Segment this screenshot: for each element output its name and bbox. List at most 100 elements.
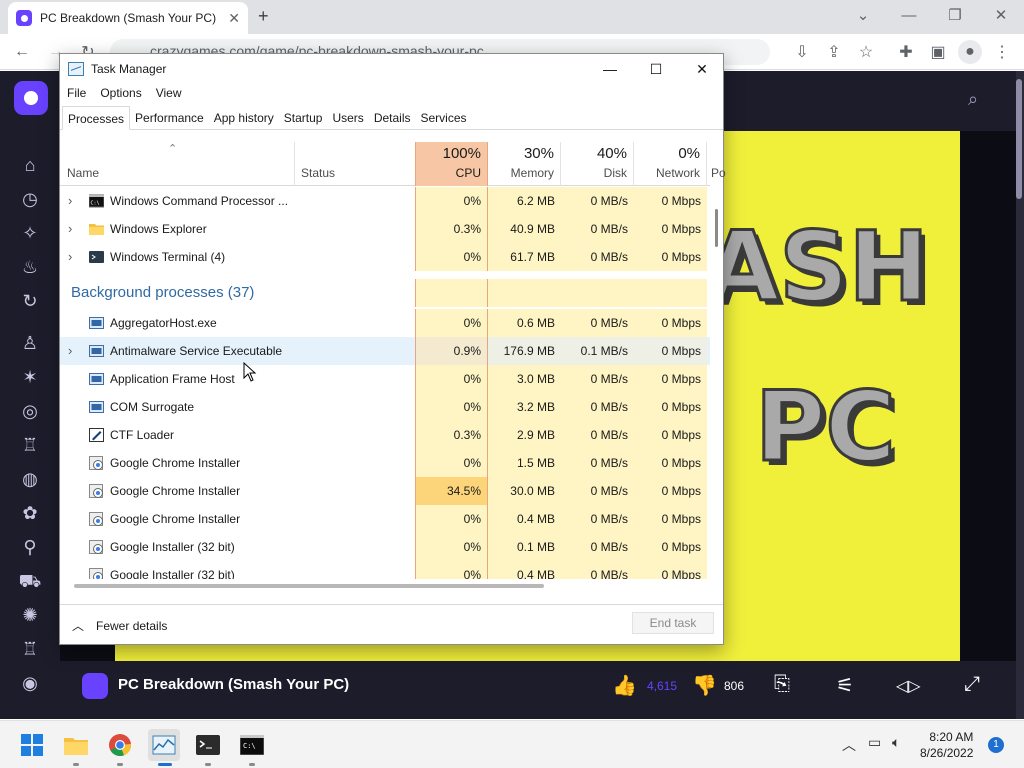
minimize-browser-button[interactable]: — xyxy=(886,0,932,30)
tab-details[interactable]: Details xyxy=(369,106,416,130)
column-memory[interactable]: 30% Memory xyxy=(488,142,561,186)
tab-users[interactable]: Users xyxy=(327,106,368,130)
clock-time: 8:20 AM xyxy=(929,730,974,744)
recent-clock-icon[interactable]: ◷ xyxy=(18,187,42,211)
installer-icon xyxy=(89,456,104,470)
tab-app-history[interactable]: App history xyxy=(209,106,279,130)
bookmark-star-icon[interactable]: ☆ xyxy=(854,40,878,64)
new-sparkle-icon[interactable]: ✧ xyxy=(18,221,42,245)
install-app-icon[interactable]: ⇩ xyxy=(790,40,814,64)
menu-file[interactable]: File xyxy=(60,84,93,104)
browser-tab[interactable]: PC Breakdown (Smash Your PC) ✕ xyxy=(8,2,248,34)
expand-chevron-icon[interactable]: › xyxy=(68,337,78,365)
process-row[interactable]: Google Chrome Installer 0% 0.4 MB 0 MB/s 0 M… xyxy=(60,505,710,533)
process-disk-value: 0 MB/s xyxy=(561,365,634,393)
back-icon[interactable]: ← xyxy=(10,40,34,64)
beauty-flower-icon[interactable]: ✿ xyxy=(18,501,42,525)
clicker-icon[interactable]: ✺ xyxy=(18,603,42,627)
extensions-icon[interactable]: ✚ xyxy=(894,40,918,64)
process-row[interactable]: COM Surrogate 0% 3.2 MB 0 MB/s 0 Mbps xyxy=(60,393,710,421)
notification-badge[interactable]: 1 xyxy=(988,737,1004,753)
adventure-compass-icon[interactable]: ◎ xyxy=(18,399,42,423)
tab-performance[interactable]: Performance xyxy=(130,106,209,130)
process-memory-value: 40.9 MB xyxy=(488,215,561,243)
process-row[interactable]: › Antimalware Service Executable 0.9% 176.9… xyxy=(60,337,710,365)
expand-chevron-icon[interactable]: › xyxy=(68,187,78,215)
task-manager-titlebar[interactable]: Task Manager — ☐ ✕ xyxy=(60,54,723,84)
terminal-taskbar-icon[interactable] xyxy=(192,729,224,761)
maximize-button[interactable]: ☐ xyxy=(633,54,679,84)
volume-icon[interactable]: 🔈︎ xyxy=(892,734,900,751)
share-game-icon[interactable]: ⚟ xyxy=(836,673,854,698)
column-network[interactable]: 0% Network xyxy=(634,142,707,186)
task-manager-taskbar-icon[interactable] xyxy=(148,729,180,761)
side-panel-icon[interactable]: ▣ xyxy=(926,40,950,64)
system-clock[interactable]: 8:20 AM 8/26/2022 xyxy=(920,729,973,761)
controller-icon[interactable]: ♖ xyxy=(18,637,42,661)
updated-refresh-icon[interactable]: ↻ xyxy=(18,289,42,313)
process-row[interactable]: Application Frame Host 0% 3.0 MB 0 MB/s 0 Mb… xyxy=(60,365,710,393)
column-power[interactable]: Po xyxy=(707,142,727,186)
process-row[interactable]: Google Installer (32 bit) 0% 0.1 MB 0 MB/s 0… xyxy=(60,533,710,561)
chrome-icon[interactable] xyxy=(104,729,136,761)
bike-icon[interactable]: ⚲ xyxy=(18,535,42,559)
column-cpu[interactable]: 100% CPU xyxy=(415,142,488,186)
close-browser-button[interactable]: ✕ xyxy=(978,0,1024,30)
column-status[interactable]: Status xyxy=(295,142,415,186)
file-explorer-icon[interactable] xyxy=(60,729,92,761)
trending-flame-icon[interactable]: ♨ xyxy=(18,255,42,279)
network-icon[interactable]: ▭ xyxy=(868,734,881,751)
arcade-joystick-icon[interactable]: ♖ xyxy=(18,433,42,457)
menu-options[interactable]: Options xyxy=(93,84,148,104)
basketball-icon[interactable]: ◍ xyxy=(18,467,42,491)
process-row[interactable]: Google Chrome Installer 34.5% 30.0 MB 0 MB/… xyxy=(60,477,710,505)
two-player-icon[interactable]: ♙ xyxy=(18,331,42,355)
tab-services[interactable]: Services xyxy=(416,106,472,130)
theater-mode-icon[interactable]: ◁▷ xyxy=(896,676,921,696)
profile-avatar-icon[interactable]: ● xyxy=(958,40,982,64)
share-icon[interactable]: ⇪ xyxy=(822,40,846,64)
horizontal-scrollbar[interactable] xyxy=(74,584,544,588)
tab-search-icon[interactable]: ⌄ xyxy=(840,0,886,30)
fewer-details-button[interactable]: ︿ Fewer details xyxy=(72,617,167,634)
expand-chevron-icon[interactable]: › xyxy=(68,215,78,243)
process-disk-value: 0 MB/s xyxy=(561,561,634,579)
home-icon[interactable]: ⌂ xyxy=(18,153,42,177)
process-row[interactable]: Google Chrome Installer 0% 1.5 MB 0 MB/s 0 M… xyxy=(60,449,710,477)
car-icon[interactable]: ⛟ xyxy=(18,569,42,593)
process-row[interactable]: AggregatorHost.exe 0% 0.6 MB 0 MB/s 0 Mbps xyxy=(60,309,710,337)
terminal-icon xyxy=(89,250,104,264)
process-row[interactable]: › Windows Terminal (4) 0% 61.7 MB 0 MB/s 0 Mb… xyxy=(60,243,710,271)
start-button[interactable] xyxy=(16,729,48,761)
new-tab-button[interactable]: + xyxy=(258,6,269,27)
driving-wheel-icon[interactable]: ◉ xyxy=(18,671,42,695)
process-row[interactable]: › C:\ Windows Command Processor ... 0% 6.2 M… xyxy=(60,187,710,215)
close-tab-icon[interactable]: ✕ xyxy=(228,10,240,27)
close-button[interactable]: ✕ xyxy=(679,54,725,84)
process-row[interactable]: CTF Loader 0.3% 2.9 MB 0 MB/s 0 Mbps xyxy=(60,421,710,449)
action-icon[interactable]: ✶ xyxy=(18,365,42,389)
browser-menu-icon[interactable]: ⋮ xyxy=(990,40,1014,64)
report-icon[interactable]: ⎘ xyxy=(774,673,790,696)
vertical-scrollbar-thumb[interactable] xyxy=(715,209,718,247)
end-task-button[interactable]: End task xyxy=(632,612,714,634)
column-name[interactable]: Name xyxy=(60,142,295,186)
fullscreen-icon[interactable]: ⤢ xyxy=(964,673,980,696)
thumbs-down-icon[interactable]: 👎 xyxy=(692,673,717,698)
minimize-button[interactable]: — xyxy=(587,54,633,84)
column-disk[interactable]: 40% Disk xyxy=(561,142,634,186)
expand-chevron-icon[interactable]: › xyxy=(68,243,78,271)
restore-browser-button[interactable]: ❐ xyxy=(932,0,978,30)
crazygames-logo-icon[interactable] xyxy=(14,81,48,115)
tab-startup[interactable]: Startup xyxy=(279,106,328,130)
tab-processes[interactable]: Processes xyxy=(62,106,131,130)
show-hidden-icons-chevron-icon[interactable]: ︿ xyxy=(842,735,856,755)
thumbs-up-icon[interactable]: 👍 xyxy=(612,673,637,698)
search-icon[interactable]: ⌕ xyxy=(968,89,978,110)
process-name: Google Chrome Installer xyxy=(110,456,241,470)
menu-view[interactable]: View xyxy=(149,84,189,104)
page-scrollbar-thumb[interactable] xyxy=(1016,79,1022,199)
process-row[interactable]: › Windows Explorer 0.3% 40.9 MB 0 MB/s 0 Mbps xyxy=(60,215,710,243)
command-prompt-taskbar-icon[interactable]: C:\ xyxy=(236,729,268,761)
process-row[interactable]: Google Installer (32 bit) 0% 0.4 MB 0 MB/s 0… xyxy=(60,561,710,579)
